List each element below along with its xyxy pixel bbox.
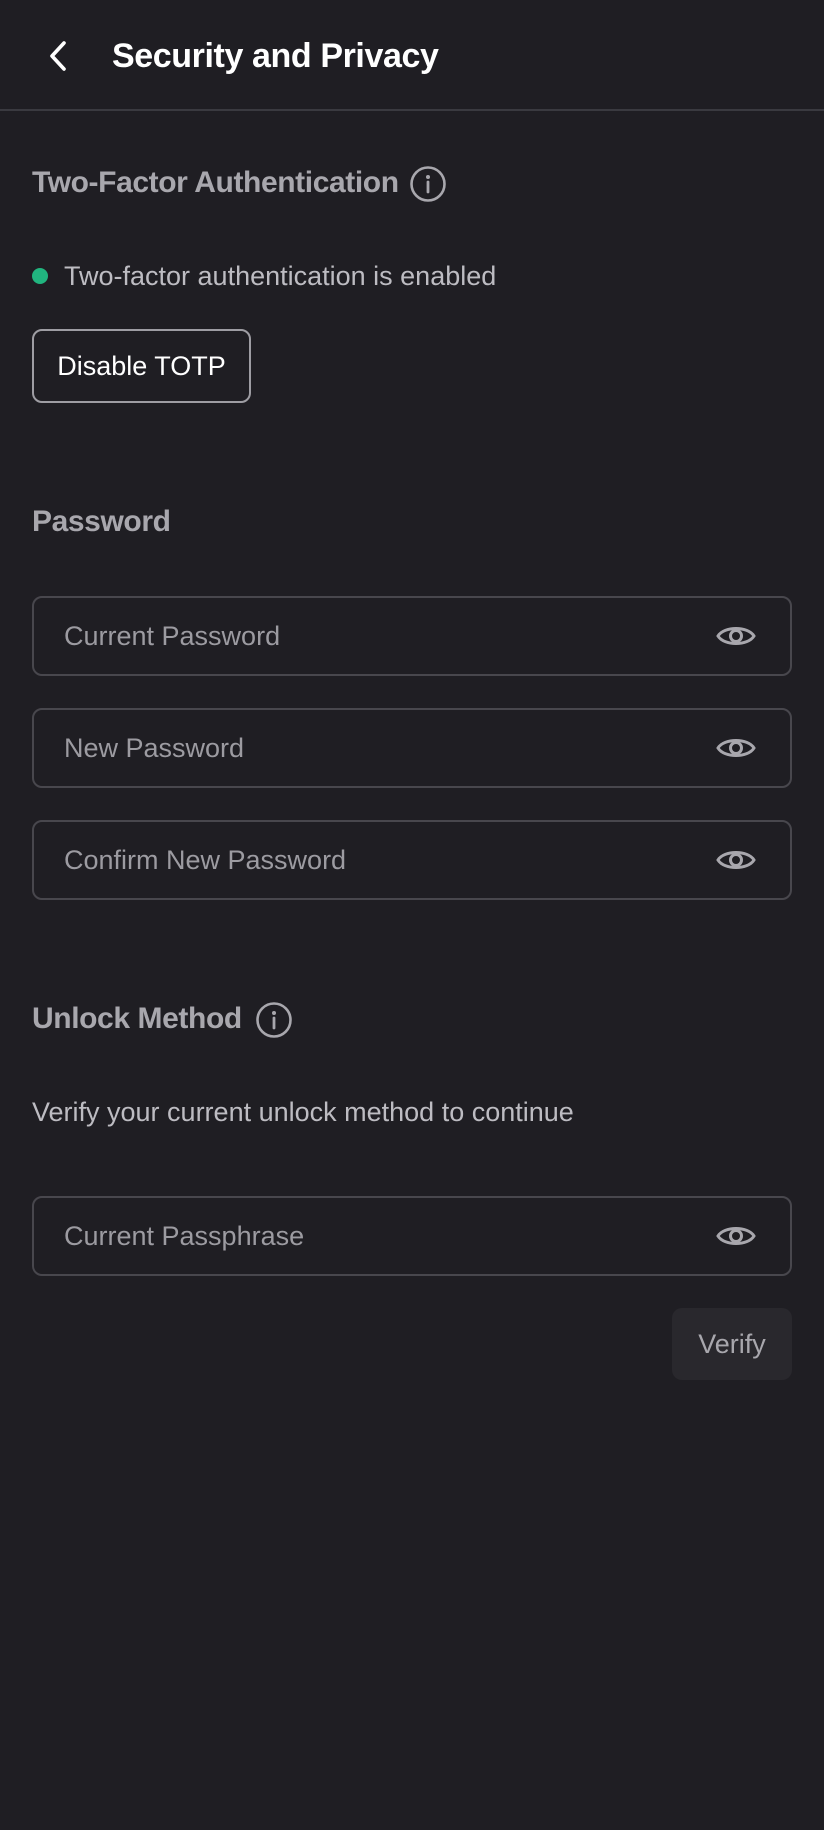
toggle-passphrase-visibility[interactable] <box>716 1216 756 1256</box>
unlock-method-heading: Unlock Method <box>32 1002 242 1035</box>
disable-totp-button[interactable]: Disable TOTP <box>32 329 251 403</box>
unlock-method-description: Verify your current unlock method to con… <box>32 1097 574 1127</box>
toggle-confirm-password-visibility[interactable] <box>716 840 756 880</box>
app-header: Security and Privacy <box>0 0 824 111</box>
info-icon <box>256 1002 292 1038</box>
info-icon <box>410 166 446 202</box>
current-passphrase-field <box>32 1196 792 1276</box>
current-password-field <box>32 596 792 676</box>
back-button[interactable] <box>30 28 86 84</box>
two-factor-status-text: Two-factor authentication is enabled <box>64 261 497 291</box>
eye-icon <box>716 851 756 869</box>
eye-icon <box>716 739 756 757</box>
chevron-left-icon <box>50 41 66 71</box>
two-factor-heading: Two-Factor Authentication <box>32 166 399 199</box>
toggle-current-password-visibility[interactable] <box>716 616 756 656</box>
security-privacy-screen: Security and Privacy Two-Factor Authenti… <box>0 0 824 1830</box>
confirm-password-input[interactable] <box>64 822 684 898</box>
current-passphrase-input[interactable] <box>64 1198 684 1274</box>
two-factor-info-button[interactable] <box>408 164 448 204</box>
current-password-input[interactable] <box>64 598 684 674</box>
status-indicator-dot <box>32 268 48 284</box>
unlock-method-info-button[interactable] <box>254 1000 294 1040</box>
eye-icon <box>716 1227 756 1245</box>
new-password-input[interactable] <box>64 710 684 786</box>
confirm-password-field <box>32 820 792 900</box>
toggle-new-password-visibility[interactable] <box>716 728 756 768</box>
new-password-field <box>32 708 792 788</box>
page-title: Security and Privacy <box>112 37 439 75</box>
verify-button[interactable]: Verify <box>672 1308 792 1380</box>
password-heading: Password <box>32 505 171 538</box>
eye-icon <box>716 627 756 645</box>
